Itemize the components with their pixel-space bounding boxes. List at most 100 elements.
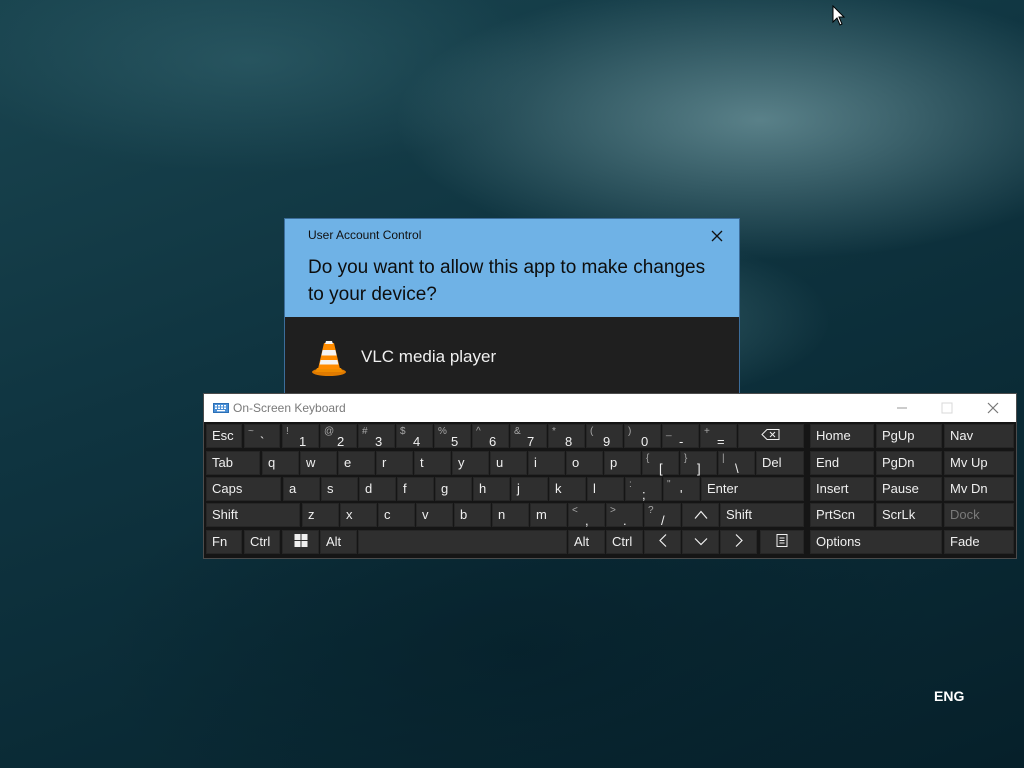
key-arrow-down[interactable]: [682, 530, 719, 554]
key-h[interactable]: h: [473, 477, 510, 501]
key-label: Enter: [707, 481, 739, 496]
key-t[interactable]: t: [414, 451, 451, 475]
key-shift[interactable]: Shift: [720, 503, 804, 527]
close-icon[interactable]: [970, 394, 1016, 422]
language-indicator[interactable]: ENG: [934, 688, 964, 704]
key-sym[interactable]: ? /: [644, 503, 681, 528]
key-f[interactable]: f: [397, 477, 434, 501]
key-a[interactable]: a: [283, 477, 320, 501]
key-tab[interactable]: Tab: [206, 451, 260, 475]
key-sym[interactable]: :;: [625, 477, 662, 502]
key-enter[interactable]: Enter: [701, 477, 804, 501]
key-esc[interactable]: Esc: [206, 424, 242, 448]
key-sym[interactable]: " ': [663, 477, 700, 502]
key-6[interactable]: ^ 6: [472, 424, 509, 449]
key-r[interactable]: r: [376, 451, 413, 475]
key-home[interactable]: Home: [810, 424, 874, 448]
key-pgup[interactable]: PgUp: [876, 424, 942, 448]
key-pause[interactable]: Pause: [876, 477, 942, 501]
key-backspace[interactable]: [738, 424, 804, 448]
key-sym[interactable]: ~ `: [244, 424, 280, 449]
key-n[interactable]: n: [492, 503, 529, 527]
key-ctrl[interactable]: Ctrl: [244, 530, 280, 554]
key-shift-label: (: [590, 426, 594, 437]
key-end[interactable]: End: [810, 451, 874, 475]
key-x[interactable]: x: [340, 503, 377, 527]
key-mv-up[interactable]: Mv Up: [944, 451, 1014, 475]
key-nav[interactable]: Nav: [944, 424, 1014, 448]
key-scrlk[interactable]: ScrLk: [876, 503, 942, 527]
key-u[interactable]: u: [490, 451, 527, 475]
key-label: PgDn: [882, 455, 915, 470]
key-2[interactable]: @2: [320, 424, 357, 449]
key-w[interactable]: w: [300, 451, 337, 475]
key-p[interactable]: p: [604, 451, 641, 475]
key-y[interactable]: y: [452, 451, 489, 475]
key-0[interactable]: ) 0: [624, 424, 661, 449]
key-g[interactable]: g: [435, 477, 472, 501]
key-backslash[interactable]: | \: [718, 451, 755, 476]
key-o[interactable]: o: [566, 451, 603, 475]
key-v[interactable]: v: [416, 503, 453, 527]
key-b[interactable]: b: [454, 503, 491, 527]
key-sym[interactable]: <,: [568, 503, 605, 528]
key-4[interactable]: $4: [396, 424, 433, 449]
key-ctrl[interactable]: Ctrl: [606, 530, 643, 554]
key-base-label: `: [260, 434, 265, 449]
key-label: Del: [762, 455, 782, 470]
close-icon[interactable]: [705, 226, 729, 246]
key-shift-label: }: [684, 453, 688, 464]
key-z[interactable]: z: [302, 503, 339, 527]
uac-app-name: VLC media player: [361, 347, 497, 366]
key-caps[interactable]: Caps: [206, 477, 281, 501]
key-fn[interactable]: Fn: [206, 530, 242, 554]
maximize-icon[interactable]: [924, 394, 970, 422]
key-prtscn[interactable]: PrtScn: [810, 503, 874, 527]
key-base-label: =: [717, 434, 725, 449]
key-sym[interactable]: + =: [700, 424, 737, 449]
key-space[interactable]: [358, 530, 567, 554]
key-alt[interactable]: Alt: [568, 530, 605, 554]
key-sym[interactable]: }]: [680, 451, 717, 476]
key-fade[interactable]: Fade: [944, 530, 1014, 554]
key-q[interactable]: q: [262, 451, 299, 475]
minimize-icon[interactable]: [879, 394, 925, 422]
arrow-down-icon: [693, 535, 709, 550]
key-m[interactable]: m: [530, 503, 567, 527]
key-c[interactable]: c: [378, 503, 415, 527]
key-label: Home: [816, 428, 851, 443]
key-sym[interactable]: {[: [642, 451, 679, 476]
key-pgdn[interactable]: PgDn: [876, 451, 942, 475]
key-label: b: [460, 507, 468, 522]
key-j[interactable]: j: [511, 477, 548, 501]
key-label: l: [593, 481, 596, 496]
key-s[interactable]: s: [321, 477, 358, 501]
key-7[interactable]: & 7: [510, 424, 547, 449]
key-e[interactable]: e: [338, 451, 375, 475]
key-arrow-up[interactable]: [682, 503, 719, 527]
windows-icon: [294, 534, 307, 550]
key-d[interactable]: d: [359, 477, 396, 501]
key-context-menu[interactable]: [760, 530, 804, 554]
key-insert[interactable]: Insert: [810, 477, 874, 501]
key-label: End: [816, 455, 840, 470]
key-options[interactable]: Options: [810, 530, 942, 554]
key-i[interactable]: i: [528, 451, 565, 475]
key-9[interactable]: (9: [586, 424, 623, 449]
key-8[interactable]: * 8: [548, 424, 585, 449]
key-arrow-left[interactable]: [644, 530, 681, 554]
osk-titlebar[interactable]: On-Screen Keyboard: [204, 394, 1016, 422]
key-mv-dn[interactable]: Mv Dn: [944, 477, 1014, 501]
key-del[interactable]: Del: [756, 451, 804, 475]
key-shift[interactable]: Shift: [206, 503, 300, 527]
key-l[interactable]: l: [587, 477, 624, 501]
key-1[interactable]: ! 1: [282, 424, 319, 449]
key-alt[interactable]: Alt: [320, 530, 357, 554]
key-3[interactable]: #3: [358, 424, 395, 449]
key-5[interactable]: % 5: [434, 424, 471, 449]
key-windows[interactable]: [282, 530, 319, 554]
key-sym[interactable]: _ -: [662, 424, 699, 449]
key-sym[interactable]: >.: [606, 503, 643, 528]
key-arrow-right[interactable]: [720, 530, 757, 554]
key-k[interactable]: k: [549, 477, 586, 501]
